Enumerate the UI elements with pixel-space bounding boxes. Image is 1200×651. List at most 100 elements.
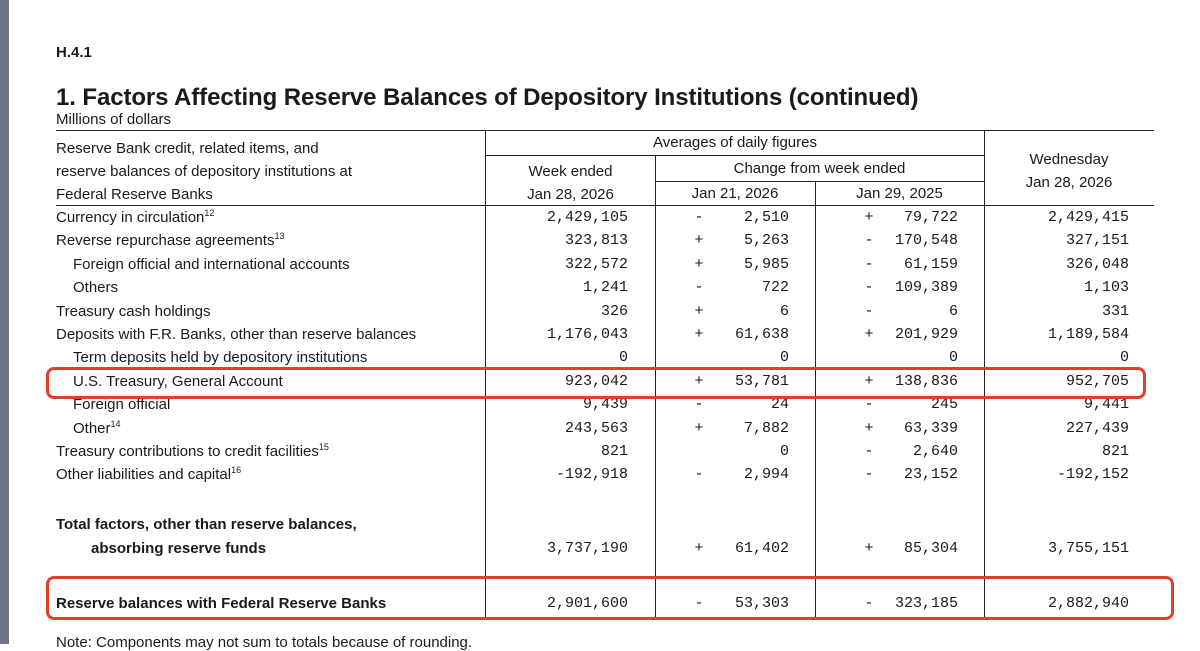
wednesday-value: 821 bbox=[1101, 443, 1129, 460]
change-sign-2: - bbox=[864, 232, 874, 249]
change-col1-header: Jan 21, 2026 bbox=[691, 185, 779, 202]
change-value-2: 109,389 bbox=[894, 279, 958, 296]
week-ended-header: Week ended Jan 28, 2026 bbox=[527, 163, 614, 203]
change-value-1: 61,638 bbox=[734, 326, 789, 343]
averages-rule bbox=[486, 155, 984, 156]
week-value: 0 bbox=[618, 349, 628, 366]
change-sign-2: - bbox=[864, 303, 874, 320]
total-change-2: 85,304 bbox=[903, 540, 958, 557]
row-label-text: Foreign official and international accou… bbox=[73, 256, 350, 273]
change-value-2: 61,159 bbox=[903, 256, 958, 273]
change-value-2: 23,152 bbox=[903, 466, 958, 483]
change-sign-2: + bbox=[864, 326, 874, 343]
change-value-2: 79,722 bbox=[903, 209, 958, 226]
wednesday-value: 1,103 bbox=[1083, 279, 1129, 296]
wednesday-value: 227,439 bbox=[1065, 420, 1129, 437]
change-sign-2: + bbox=[864, 420, 874, 437]
change-sign-1: + bbox=[694, 326, 704, 343]
change-sign-2: - bbox=[864, 279, 874, 296]
change-col2-header: Jan 29, 2025 bbox=[856, 185, 943, 202]
footnote-ref: 13 bbox=[274, 231, 285, 241]
row-label: Other liabilities and capital16 bbox=[56, 465, 242, 484]
total-change-1: 61,402 bbox=[734, 540, 789, 557]
wednesday-value: 2,429,415 bbox=[1047, 209, 1129, 226]
row-label: Treasury cash holdings bbox=[56, 303, 211, 320]
total-sign-1: + bbox=[694, 540, 704, 557]
change-value-2: 201,929 bbox=[894, 326, 958, 343]
row-label: Other14 bbox=[73, 419, 121, 438]
change-sign-1: + bbox=[694, 256, 704, 273]
wednesday-value: -192,152 bbox=[1056, 466, 1129, 483]
change-sign-2: - bbox=[864, 256, 874, 273]
change-value-1: 2,994 bbox=[743, 466, 789, 483]
wednesday-value: 326,048 bbox=[1065, 256, 1129, 273]
release-id: H.4.1 bbox=[56, 44, 92, 61]
week-value: 821 bbox=[600, 443, 628, 460]
total-sign-2: + bbox=[864, 540, 874, 557]
change-value-1: 2,510 bbox=[743, 209, 789, 226]
change-value-1: 7,882 bbox=[743, 420, 789, 437]
wednesday-value: 0 bbox=[1119, 349, 1129, 366]
row-label-text: Deposits with F.R. Banks, other than res… bbox=[56, 326, 417, 343]
week-value: 1,176,043 bbox=[546, 326, 628, 343]
row-label: Currency in circulation12 bbox=[56, 208, 215, 227]
row-label-text: Treasury contributions to credit facilit… bbox=[56, 443, 319, 460]
change-sign-1: - bbox=[694, 279, 704, 296]
row-label: Reverse repurchase agreements13 bbox=[56, 231, 285, 250]
week-value: 326 bbox=[600, 303, 628, 320]
change-header: Change from week ended bbox=[733, 160, 906, 177]
total-label-line2: absorbing reserve funds bbox=[91, 540, 267, 557]
week-value: 1,241 bbox=[582, 279, 628, 296]
change-rule bbox=[655, 181, 984, 182]
change-value-1: 0 bbox=[779, 349, 789, 366]
change-value-1: 722 bbox=[761, 279, 789, 296]
row-label-text: Others bbox=[73, 279, 119, 296]
change-sign-1: + bbox=[694, 420, 704, 437]
change-value-1: 0 bbox=[779, 443, 789, 460]
change-sign-1: - bbox=[694, 209, 704, 226]
change-sign-1: + bbox=[694, 232, 704, 249]
table-top-rule bbox=[56, 130, 1154, 131]
units-label: Millions of dollars bbox=[56, 111, 172, 128]
change-value-1: 5,263 bbox=[743, 232, 789, 249]
row-label-text: Treasury cash holdings bbox=[56, 303, 211, 320]
change-value-2: 0 bbox=[948, 349, 958, 366]
week-value: 323,813 bbox=[564, 232, 628, 249]
footnote-ref: 12 bbox=[204, 208, 215, 218]
change-sign-2: + bbox=[864, 209, 874, 226]
change-value-2: 63,339 bbox=[903, 420, 958, 437]
row-label: Others bbox=[73, 279, 118, 296]
row-label: Term deposits held by depository institu… bbox=[73, 349, 367, 366]
row-label-text: Currency in circulation bbox=[56, 209, 205, 226]
row-label-text: Reverse repurchase agreements bbox=[56, 232, 275, 249]
row-label-text: Term deposits held by depository institu… bbox=[73, 349, 368, 366]
change-sign-2: - bbox=[864, 466, 874, 483]
week-value: 243,563 bbox=[564, 420, 628, 437]
footnote: Note: Components may not sum to totals b… bbox=[56, 634, 473, 651]
change-sign-2: - bbox=[864, 443, 874, 460]
change-sign-1: + bbox=[694, 303, 704, 320]
wednesday-value: 327,151 bbox=[1065, 232, 1129, 249]
total-wednesday-value: 3,755,151 bbox=[1047, 540, 1129, 557]
total-label-line1: Total factors, other than reserve balanc… bbox=[56, 516, 357, 533]
change-value-1: 6 bbox=[779, 303, 789, 320]
change-value-2: 170,548 bbox=[894, 232, 958, 249]
change-value-2: 6 bbox=[948, 303, 958, 320]
row-label: Treasury contributions to credit facilit… bbox=[56, 442, 329, 461]
wednesday-value: 1,189,584 bbox=[1047, 326, 1129, 343]
week-value: 322,572 bbox=[564, 256, 628, 273]
left-edge-bar bbox=[0, 0, 9, 644]
wednesday-header: Wednesday Jan 28, 2026 bbox=[1025, 151, 1113, 191]
total-week-value: 3,737,190 bbox=[546, 540, 628, 557]
column-divider bbox=[815, 181, 816, 620]
highlight-box-reserves bbox=[46, 576, 1174, 620]
row-label-text: Other bbox=[73, 420, 111, 437]
averages-header: Averages of daily figures bbox=[653, 134, 817, 151]
footnote-ref: 16 bbox=[231, 465, 242, 475]
footnote-ref: 14 bbox=[110, 419, 121, 429]
highlight-box-tga bbox=[46, 367, 1146, 399]
row-label: Deposits with F.R. Banks, other than res… bbox=[56, 326, 416, 343]
footnote-ref: 15 bbox=[318, 442, 329, 452]
row-label-text: Other liabilities and capital bbox=[56, 466, 232, 483]
row-label: Foreign official and international accou… bbox=[73, 256, 350, 273]
